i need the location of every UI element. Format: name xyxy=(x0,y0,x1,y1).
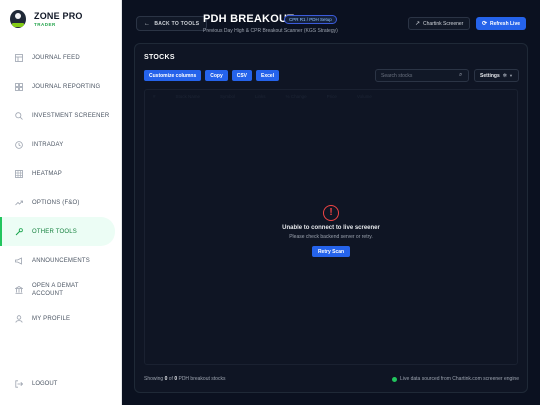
bank-icon xyxy=(14,285,24,295)
settings-dropdown[interactable]: Settings ✲ ▼ xyxy=(474,69,519,82)
setup-badge: CPR R1 / PDH Setup xyxy=(284,15,337,24)
refresh-icon: ⟳ xyxy=(481,21,487,27)
brand-logo xyxy=(10,10,26,28)
data-source-label: Live data sourced from Chartink.com scre… xyxy=(400,376,519,382)
sidebar-item-options[interactable]: OPTIONS (F&O) xyxy=(0,188,122,217)
logout-label: LOGOUT xyxy=(32,381,58,387)
csv-button[interactable]: CSV xyxy=(231,70,253,81)
live-status-dot-icon xyxy=(392,376,398,382)
page-title: PDH BREAKOUT xyxy=(203,13,295,25)
settings-label: Settings xyxy=(480,72,500,79)
table-count: Showing 0 of 0 PDH breakout stocks xyxy=(144,376,225,382)
copy-button[interactable]: Copy xyxy=(205,70,228,81)
back-to-tools-button[interactable]: ← BACK TO TOOLS xyxy=(136,16,208,31)
sidebar-item-open-demat[interactable]: OPEN A DEMAT ACCOUNT xyxy=(0,275,122,304)
panel-title: STOCKS xyxy=(144,54,175,61)
count-prefix: Showing xyxy=(144,376,165,382)
table-toolbar: Customize columns Copy CSV Excel xyxy=(144,70,283,81)
column-header[interactable]: # xyxy=(153,94,156,99)
wrench-icon xyxy=(14,227,24,237)
main-content: ← BACK TO TOOLS PDH BREAKOUT CPR R1 / PD… xyxy=(122,0,540,405)
search-icon xyxy=(14,111,24,121)
sidebar: ZONE PRO TRADER JOURNAL FEED JOURNAL REP… xyxy=(0,0,122,405)
sidebar-item-journal-feed[interactable]: JOURNAL FEED xyxy=(0,43,122,72)
sidebar-item-announcements[interactable]: ANNOUNCEMENTS xyxy=(0,246,122,275)
sidebar-item-label: OPTIONS (F&O) xyxy=(32,199,80,206)
error-subtitle: Please check backend server or retry. xyxy=(289,233,373,240)
stocks-table: # Stock Name Symbol Links % Change Price… xyxy=(144,89,518,365)
chartink-screener-label: Chartink Screener xyxy=(423,20,464,27)
page-subtitle: Previous Day High & CPR Breakout Scanner… xyxy=(203,28,338,34)
external-link-icon: ↗ xyxy=(415,21,421,27)
back-to-tools-label: BACK TO TOOLS xyxy=(154,20,200,27)
excel-button[interactable]: Excel xyxy=(256,70,280,81)
user-icon xyxy=(14,314,24,324)
sidebar-item-label: JOURNAL FEED xyxy=(32,54,80,61)
error-state: ! Unable to connect to live screener Ple… xyxy=(145,202,517,258)
sidebar-item-label: INVESTMENT SCREENER xyxy=(32,112,110,119)
grid-icon xyxy=(14,53,24,63)
column-header[interactable]: Links xyxy=(255,94,266,99)
retry-scan-button[interactable]: Retry Scan xyxy=(311,246,351,257)
sidebar-item-heatmap[interactable]: HEATMAP xyxy=(0,159,122,188)
search-input[interactable] xyxy=(381,72,459,79)
brand-subtitle: TRADER xyxy=(34,22,56,27)
sidebar-nav: JOURNAL FEED JOURNAL REPORTING INVESTMEN… xyxy=(0,43,122,333)
logout-icon xyxy=(14,379,24,389)
arrow-left-icon: ← xyxy=(144,20,151,27)
column-header[interactable]: Symbol xyxy=(220,94,235,99)
refresh-live-label: Refresh Live xyxy=(490,20,521,27)
report-icon xyxy=(14,82,24,92)
data-source-note: Live data sourced from Chartink.com scre… xyxy=(392,376,519,382)
sidebar-item-my-profile[interactable]: MY PROFILE xyxy=(0,304,122,333)
heatmap-icon xyxy=(14,169,24,179)
sidebar-item-intraday[interactable]: INTRADAY xyxy=(0,130,122,159)
column-header[interactable]: Volume xyxy=(357,94,372,99)
column-header[interactable]: Stock Name xyxy=(176,94,201,99)
table-header: # Stock Name Symbol Links % Change Price… xyxy=(145,90,517,103)
sidebar-item-other-tools[interactable]: OTHER TOOLS xyxy=(0,217,115,246)
sidebar-item-label: OPEN A DEMAT ACCOUNT xyxy=(32,282,79,297)
clock-icon xyxy=(14,140,24,150)
sidebar-item-journal-reporting[interactable]: JOURNAL REPORTING xyxy=(0,72,122,101)
chevron-down-icon: ▼ xyxy=(508,73,513,78)
sidebar-item-label: MY PROFILE xyxy=(32,315,71,322)
brand[interactable]: ZONE PRO TRADER xyxy=(10,10,83,28)
count-suffix: PDH breakout stocks xyxy=(177,376,226,382)
search-icon: ⌕ xyxy=(459,72,463,78)
column-header[interactable]: % Change xyxy=(286,94,307,99)
search-box[interactable]: ⌕ xyxy=(375,69,469,82)
alert-icon: ! xyxy=(323,204,339,221)
customize-columns-button[interactable]: Customize columns xyxy=(144,70,202,81)
gear-icon: ✲ xyxy=(502,72,507,79)
stocks-panel: STOCKS Customize columns Copy CSV Excel … xyxy=(134,43,528,393)
trend-icon xyxy=(14,198,24,208)
error-title: Unable to connect to live screener xyxy=(282,224,380,231)
sidebar-item-label: JOURNAL REPORTING xyxy=(32,83,101,90)
sidebar-item-label: OTHER TOOLS xyxy=(32,228,77,235)
sidebar-item-label: HEATMAP xyxy=(32,170,62,177)
sidebar-item-investment-screener[interactable]: INVESTMENT SCREENER xyxy=(0,101,122,130)
megaphone-icon xyxy=(14,256,24,266)
column-header[interactable]: Price xyxy=(327,94,337,99)
chartink-screener-button[interactable]: ↗ Chartink Screener xyxy=(408,17,471,30)
sidebar-item-label: ANNOUNCEMENTS xyxy=(32,257,90,264)
brand-title: ZONE PRO xyxy=(34,11,83,21)
logout-button[interactable]: LOGOUT xyxy=(14,379,57,389)
sidebar-item-label: INTRADAY xyxy=(32,141,64,148)
refresh-live-button[interactable]: ⟳ Refresh Live xyxy=(476,17,526,30)
